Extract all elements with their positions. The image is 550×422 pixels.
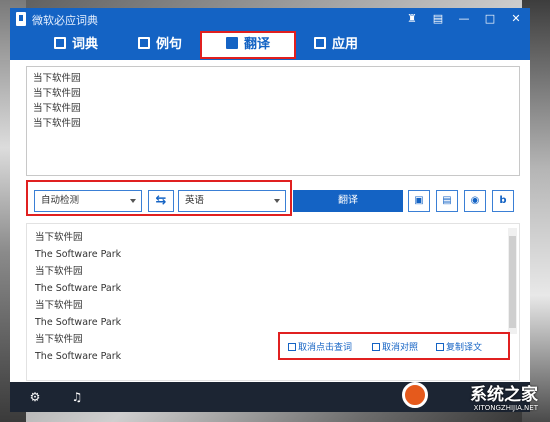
tab-label: 词典 bbox=[72, 37, 99, 52]
swap-icon: ⇆ bbox=[155, 193, 167, 208]
watermark-url: XITONGZHIJIA.NET bbox=[473, 404, 538, 412]
output-scrollbar[interactable] bbox=[508, 228, 517, 334]
action-label: 取消点击查词 bbox=[298, 343, 353, 353]
gear-icon[interactable]: ⚙ bbox=[28, 390, 42, 404]
copy-icon bbox=[436, 343, 444, 351]
tab-apps[interactable]: 应用 bbox=[314, 30, 358, 60]
source-text-input[interactable]: 当下软件园 当下软件园 当下软件园 当下软件园 bbox=[26, 66, 520, 176]
scrollbar-thumb[interactable] bbox=[509, 236, 516, 328]
tab-examples[interactable]: 例句 bbox=[138, 30, 182, 60]
skin-icon[interactable]: ♜ bbox=[403, 11, 421, 27]
cancel-click-lookup-link[interactable]: 取消点击查词 bbox=[288, 340, 352, 353]
input-line: 当下软件园 bbox=[33, 73, 81, 84]
output-target-line: The Software Park bbox=[35, 283, 122, 294]
window-icon: ▤ bbox=[442, 195, 452, 206]
sentence-icon bbox=[138, 37, 150, 49]
chevron-down-icon bbox=[130, 199, 136, 203]
delete-icon: ▣ bbox=[414, 195, 424, 206]
title-bar: 微软必应词典 ♜ ▤ — □ ✕ bbox=[10, 8, 530, 30]
watermark-title: 系统之家 bbox=[470, 385, 538, 405]
mini-mode-icon[interactable]: ▤ bbox=[429, 11, 447, 27]
tab-label: 例句 bbox=[156, 37, 183, 52]
maximize-button[interactable]: □ bbox=[481, 11, 499, 27]
output-source-line: 当下软件园 bbox=[35, 266, 83, 277]
swap-languages-button[interactable]: ⇆ bbox=[148, 190, 174, 212]
cancel-contrast-link[interactable]: 取消对照 bbox=[372, 340, 418, 353]
book-icon bbox=[54, 37, 66, 49]
tab-dictionary[interactable]: 词典 bbox=[54, 30, 98, 60]
source-language-select[interactable]: 自动检测 bbox=[34, 190, 142, 212]
output-source-line: 当下软件园 bbox=[35, 232, 83, 243]
tab-label: 翻译 bbox=[243, 37, 270, 52]
translate-button[interactable]: 翻译 bbox=[293, 190, 403, 212]
weibo-icon: ◉ bbox=[470, 195, 480, 206]
output-target-line: The Software Park bbox=[35, 317, 122, 328]
voice-icon[interactable]: ♫ bbox=[70, 390, 84, 404]
site-watermark: 系统之家 XITONGZHIJIA.NET bbox=[402, 378, 542, 418]
output-target-line: The Software Park bbox=[35, 249, 122, 260]
dictionary-window: 微软必应词典 ♜ ▤ — □ ✕ 词典 例句 翻译 应用 当下软件园 当下软件园… bbox=[10, 8, 530, 412]
apps-icon bbox=[314, 37, 326, 49]
clear-button[interactable]: ▣ bbox=[408, 190, 430, 212]
translate-icon bbox=[225, 37, 238, 49]
output-source-line: 当下软件园 bbox=[35, 300, 83, 311]
bing-icon: b bbox=[499, 195, 507, 206]
window-title: 微软必应词典 bbox=[32, 14, 98, 27]
close-button[interactable]: ✕ bbox=[507, 11, 525, 27]
input-line: 当下软件园 bbox=[33, 118, 81, 129]
translate-panel: 当下软件园 当下软件园 当下软件园 当下软件园 自动检测 ⇆ 英语 翻译 ▣ ▤… bbox=[10, 60, 530, 382]
input-line: 当下软件园 bbox=[33, 88, 81, 99]
copy-translation-link[interactable]: 复制译文 bbox=[436, 340, 482, 353]
action-label: 复制译文 bbox=[446, 343, 483, 353]
output-actions: 取消点击查词 取消对照 复制译文 bbox=[278, 332, 510, 360]
weibo-share-button[interactable]: ◉ bbox=[464, 190, 486, 212]
chevron-down-icon bbox=[274, 199, 280, 203]
bing-button[interactable]: b bbox=[492, 190, 514, 212]
source-language-value: 自动检测 bbox=[41, 195, 80, 206]
target-language-select[interactable]: 英语 bbox=[178, 190, 286, 212]
tab-label: 应用 bbox=[332, 37, 359, 52]
tab-translate[interactable]: 翻译 bbox=[200, 31, 296, 59]
target-language-value: 英语 bbox=[185, 195, 205, 206]
pointer-icon bbox=[288, 343, 296, 351]
main-tabs: 词典 例句 翻译 应用 bbox=[10, 30, 530, 60]
contrast-icon bbox=[372, 343, 380, 351]
app-logo-icon bbox=[16, 12, 26, 26]
watermark-logo bbox=[402, 382, 428, 408]
minimize-button[interactable]: — bbox=[455, 11, 473, 27]
input-line: 当下软件园 bbox=[33, 103, 81, 114]
action-label: 取消对照 bbox=[382, 343, 419, 353]
window-button[interactable]: ▤ bbox=[436, 190, 458, 212]
